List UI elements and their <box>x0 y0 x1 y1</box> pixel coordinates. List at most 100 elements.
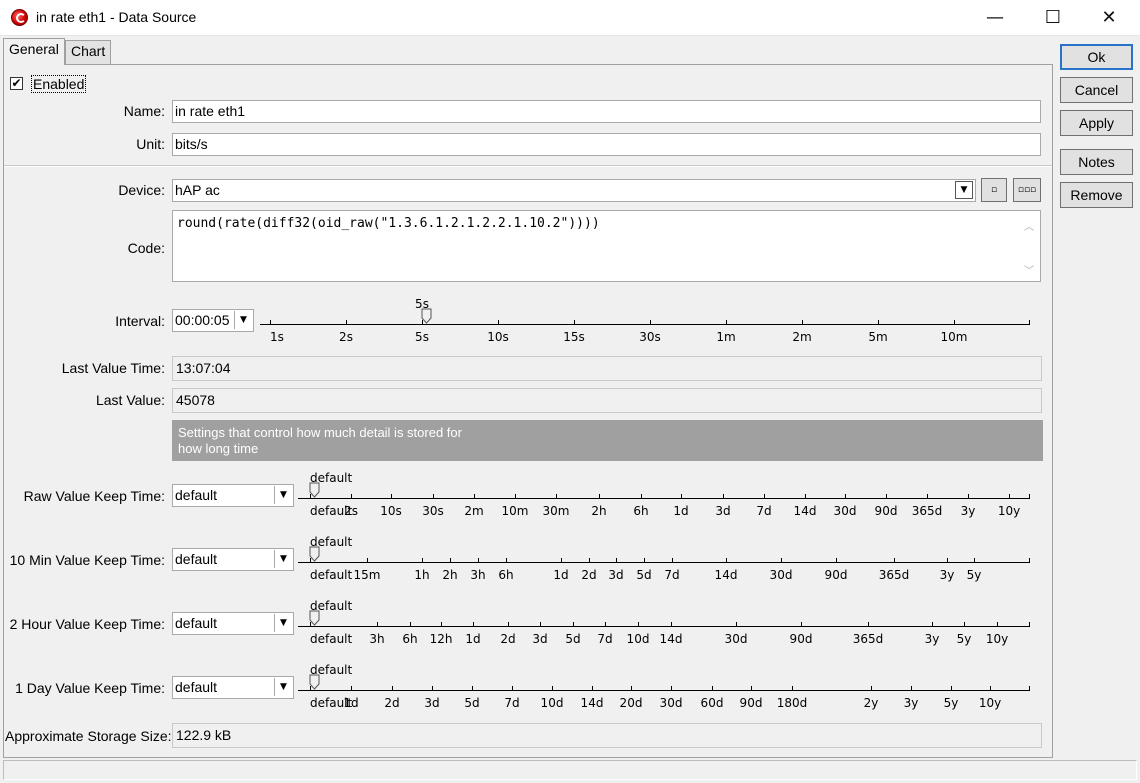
tab-general[interactable]: General <box>3 38 65 65</box>
slider-tick <box>736 622 737 627</box>
slider-tick <box>351 494 352 499</box>
slider-tick-label: 2d <box>384 696 400 710</box>
slider-tick-label: 14d <box>793 504 817 518</box>
slider-tick-label: 30d <box>769 568 793 582</box>
slider-tick <box>515 494 516 499</box>
unit-field[interactable]: bits/s <box>172 133 1041 156</box>
slider-tick <box>561 558 562 563</box>
code-label: Code: <box>127 240 165 256</box>
apply-button[interactable]: Apply <box>1060 110 1133 136</box>
slider-tick <box>927 494 928 499</box>
notes-button[interactable]: Notes <box>1060 149 1133 175</box>
interval-dropdown-arrow-icon[interactable]: ▼ <box>234 311 252 329</box>
slider-tick-label: 10d <box>626 632 650 646</box>
10min-keep-time-slider[interactable]: default 15m 1h 2h 3h 6h 1d 2d 3d 5d 7d 14d 30d 90d 365… <box>298 532 1038 592</box>
slider-tick <box>450 558 451 563</box>
slider-end-tick <box>1029 494 1030 499</box>
device-label: Device: <box>118 182 165 198</box>
enabled-checkbox[interactable]: ✔ <box>10 77 23 90</box>
slider-tick <box>672 558 673 563</box>
slider-end-tick <box>1029 558 1030 563</box>
slider-tick <box>605 622 606 627</box>
info-line-1: Settings that control how much detail is… <box>178 425 462 440</box>
slider-thumb-icon[interactable] <box>309 482 321 498</box>
ok-button[interactable]: Ok <box>1060 44 1133 70</box>
slider-tick-label: 2m <box>792 330 812 344</box>
1day-keep-time-value: default <box>175 679 218 695</box>
slider-tick <box>574 320 575 325</box>
slider-tick <box>508 622 509 627</box>
slider-thumb-icon[interactable] <box>421 308 433 324</box>
raw-keep-time-slider[interactable]: default 2s 10s 30s 2m 10m 30m 2h 6h 1d 3d 7d 14d 30d 9… <box>298 468 1038 528</box>
slider-tick <box>432 686 433 691</box>
scroll-down-icon[interactable]: ﹀ <box>1024 262 1034 277</box>
2hour-keep-time-dropdown-arrow-icon[interactable]: ▼ <box>274 614 292 632</box>
slider-tick-label: 5y <box>956 632 972 646</box>
interval-slider[interactable]: 1s 2s 5s 10s 15s 30s 1m 2m 5m 10m 5s <box>260 292 1040 352</box>
device-dropdown-arrow-icon[interactable]: ▼ <box>955 181 973 199</box>
slider-tick <box>726 320 727 325</box>
slider-tick <box>473 622 474 627</box>
slider-tick <box>911 686 912 691</box>
slider-tick-label: 60d <box>700 696 724 710</box>
10min-keep-time-dropdown-arrow-icon[interactable]: ▼ <box>274 550 292 568</box>
slider-tick-label: 14d <box>659 632 683 646</box>
window-title: in rate eth1 - Data Source <box>36 9 197 25</box>
storage-size-field: 122.9 kB <box>172 723 1042 748</box>
slider-thumb-icon[interactable] <box>309 546 321 562</box>
slider-tick-label: 2s <box>339 330 353 344</box>
1day-keep-time-dropdown-arrow-icon[interactable]: ▼ <box>274 678 292 696</box>
close-button[interactable]: ✕ <box>1086 0 1132 35</box>
device-more-button[interactable]: ▫▫▫ <box>1013 178 1041 202</box>
tab-chart[interactable]: Chart <box>65 40 112 64</box>
slider-tick <box>441 622 442 627</box>
device-select[interactable]: hAP ac <box>172 179 976 202</box>
minimize-button[interactable]: — <box>972 0 1018 35</box>
scroll-up-icon[interactable]: ︿ <box>1024 218 1034 233</box>
slider-tick-label: 3h <box>369 632 385 646</box>
slider-tick-label: 3d <box>424 696 440 710</box>
slider-tick-label: 10d <box>540 696 564 710</box>
slider-tick <box>845 494 846 499</box>
slider-tick-label: 365d <box>852 632 884 646</box>
slider-end-tick <box>1029 320 1030 325</box>
slider-tick-label: 2d <box>581 568 597 582</box>
slider-thumb-icon[interactable] <box>309 610 321 626</box>
raw-keep-time-dropdown-arrow-icon[interactable]: ▼ <box>274 486 292 504</box>
slider-tick-label: 14d <box>580 696 604 710</box>
slider-tick-label: 2h <box>442 568 458 582</box>
slider-tick-label: 6h <box>633 504 649 518</box>
enabled-label[interactable]: Enabled <box>31 75 87 93</box>
slider-tick <box>951 686 952 691</box>
2hour-keep-time-value: default <box>175 615 218 631</box>
slider-end-tick <box>1029 686 1030 691</box>
slider-tick-label: 10y <box>997 504 1021 518</box>
slider-tick <box>781 558 782 563</box>
slider-thumb-icon[interactable] <box>309 674 321 690</box>
slider-tick <box>751 686 752 691</box>
slider-tick-label: 7d <box>756 504 772 518</box>
device-edit-button[interactable]: ▫ <box>981 178 1007 202</box>
maximize-button[interactable]: ☐ <box>1030 0 1076 35</box>
cancel-button[interactable]: Cancel <box>1060 77 1133 103</box>
slider-tick <box>472 686 473 691</box>
slider-tick <box>478 558 479 563</box>
slider-tick-label: 14d <box>714 568 738 582</box>
keep-time-info-box: Settings that control how much detail is… <box>172 420 1043 461</box>
slider-tick <box>270 320 271 325</box>
last-value-time-label: Last Value Time: <box>61 360 165 376</box>
slider-tick-label: 5s <box>415 330 429 344</box>
2hour-keep-time-slider[interactable]: default 3h 6h 12h 1d 2d 3d 5d 7d 10d 14d 30d 90d 365d… <box>298 596 1038 656</box>
name-field[interactable]: in rate eth1 <box>172 100 1041 123</box>
slider-tick-label: 90d <box>824 568 848 582</box>
slider-track <box>298 498 1030 499</box>
1day-keep-time-slider[interactable]: default 1d 2d 3d 5d 7d 10d 14d 20d 30d 60d 90d 180d 2… <box>298 660 1038 720</box>
code-textarea[interactable]: round(rate(diff32(oid_raw("1.3.6.1.2.1.2… <box>172 210 1041 282</box>
slider-tick <box>498 320 499 325</box>
slider-tick <box>552 686 553 691</box>
slider-tick-label: 90d <box>874 504 898 518</box>
slider-tick-label: 7d <box>664 568 680 582</box>
remove-button[interactable]: Remove <box>1060 182 1133 208</box>
slider-tick-label: 365d <box>911 504 943 518</box>
slider-tick-label: 1d <box>343 696 359 710</box>
